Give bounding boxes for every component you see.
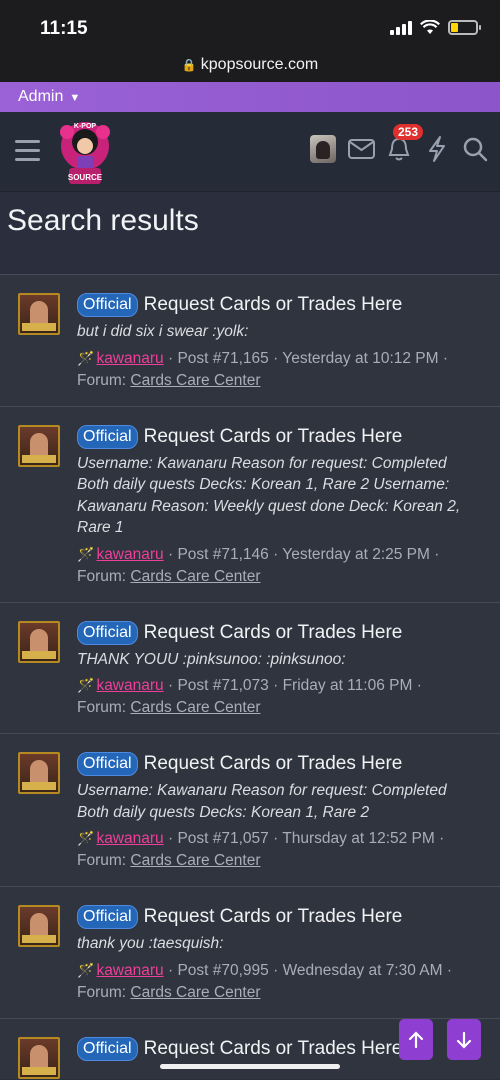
scroll-buttons bbox=[399, 1019, 481, 1060]
lightning-icon[interactable] bbox=[422, 134, 452, 164]
arrow-down-icon bbox=[456, 1031, 472, 1049]
post-date: Yesterday at 10:12 PM bbox=[282, 349, 439, 367]
avatar[interactable] bbox=[18, 424, 60, 467]
forum-label: Forum: bbox=[77, 567, 127, 585]
username-link[interactable]: kawanaru bbox=[96, 677, 163, 694]
status-icons bbox=[390, 20, 481, 35]
avatar[interactable] bbox=[18, 293, 60, 335]
logo-text-bottom: SOURCE bbox=[68, 173, 103, 182]
bell-icon[interactable]: 253 bbox=[384, 124, 424, 164]
post-number[interactable]: Post #71,165 bbox=[177, 350, 268, 367]
wand-icon: 🪄 bbox=[77, 677, 95, 693]
list-item[interactable]: Official Request Cards or Trades Here Us… bbox=[0, 733, 500, 886]
thread-title-link[interactable]: Request Cards or Trades Here bbox=[144, 426, 403, 448]
status-bar: 11:15 bbox=[0, 0, 500, 52]
home-indicator[interactable] bbox=[160, 1064, 340, 1069]
forum-link[interactable]: Cards Care Center bbox=[130, 852, 260, 869]
username-link[interactable]: kawanaru bbox=[96, 830, 163, 847]
page-title-area: Search results bbox=[0, 192, 500, 274]
post-meta: 🪄 kawanaru · Post #71,057 · Thursday at 1… bbox=[77, 830, 445, 869]
wand-icon: 🪄 bbox=[77, 545, 95, 562]
list-item[interactable]: Official Request Cards or Trades Here th… bbox=[0, 886, 500, 1018]
forum-label: Forum: bbox=[77, 852, 127, 869]
list-item[interactable]: Official Request Cards or Trades Here TH… bbox=[0, 601, 500, 734]
prefix-badge: Official bbox=[77, 905, 138, 929]
avatar[interactable] bbox=[18, 752, 60, 794]
thread-title-link[interactable]: Request Cards or Trades Here bbox=[144, 1038, 403, 1060]
forum-link[interactable]: Cards Care Center bbox=[130, 699, 260, 716]
arrow-up-icon bbox=[408, 1030, 424, 1048]
forum-link[interactable]: Cards Care Center bbox=[130, 568, 260, 585]
thread-title-link[interactable]: Request Cards or Trades Here bbox=[144, 753, 403, 775]
envelope-icon[interactable] bbox=[346, 134, 376, 164]
lock-icon: 🔒 bbox=[181, 58, 197, 72]
search-icon[interactable] bbox=[460, 134, 490, 164]
scroll-top-button[interactable] bbox=[399, 1019, 433, 1060]
username-link[interactable]: kawanaru bbox=[96, 546, 163, 563]
thread-title-link[interactable]: Request Cards or Trades Here bbox=[144, 906, 403, 928]
post-number[interactable]: Post #71,146 bbox=[177, 546, 268, 563]
forum-link[interactable]: Cards Care Center bbox=[130, 372, 260, 389]
wifi-icon bbox=[420, 20, 440, 34]
logo-text-top: K-POP bbox=[74, 123, 97, 130]
thread-title-link[interactable]: Request Cards or Trades Here bbox=[144, 294, 403, 316]
wand-icon: 🪄 bbox=[77, 961, 95, 978]
post-number[interactable]: Post #71,073 bbox=[177, 677, 268, 694]
prefix-badge: Official bbox=[77, 1036, 138, 1061]
post-date: Wednesday at 7:30 AM bbox=[282, 961, 443, 979]
signal-icon bbox=[390, 20, 412, 35]
post-snippet: Username: Kawanaru Reason for request: C… bbox=[77, 454, 461, 537]
post-number[interactable]: Post #71,057 bbox=[177, 830, 268, 847]
avatar[interactable] bbox=[18, 620, 60, 663]
username-link[interactable]: kawanaru bbox=[96, 350, 163, 367]
admin-label: Admin bbox=[18, 88, 64, 105]
status-time: 11:15 bbox=[40, 18, 88, 39]
post-meta: 🪄 kawanaru · Post #70,995 · Wednesday at … bbox=[77, 961, 453, 1001]
list-item[interactable]: Official Request Cards or Trades Here bu… bbox=[0, 274, 500, 406]
post-date: Thursday at 12:52 PM bbox=[282, 830, 435, 847]
site-header: K-POP SOURCE 253 bbox=[0, 112, 500, 192]
post-meta: 🪄 kawanaru · Post #71,165 · Yesterday at … bbox=[77, 349, 449, 389]
post-snippet: Username: Kawanaru Reason for request: C… bbox=[77, 782, 447, 821]
avatar bbox=[310, 135, 336, 163]
post-date: Yesterday at 2:25 PM bbox=[282, 545, 430, 563]
prefix-badge: Official bbox=[77, 620, 138, 645]
list-item[interactable]: Official Request Cards or Trades Here Us… bbox=[0, 405, 500, 602]
page-title: Search results bbox=[7, 204, 199, 237]
user-avatar-button[interactable] bbox=[308, 134, 338, 164]
wand-icon: 🪄 bbox=[77, 830, 95, 846]
avatar[interactable] bbox=[18, 905, 60, 947]
forum-label: Forum: bbox=[77, 371, 127, 389]
forum-label: Forum: bbox=[77, 699, 127, 716]
admin-bar[interactable]: Admin ▼ bbox=[0, 82, 500, 112]
prefix-badge: Official bbox=[77, 752, 138, 776]
battery-icon bbox=[448, 20, 481, 35]
header-icons: 253 bbox=[308, 124, 490, 164]
site-logo[interactable]: K-POP SOURCE bbox=[55, 116, 115, 188]
url-domain: kpopsource.com bbox=[200, 56, 319, 73]
post-snippet: but i did six i swear :yolk: bbox=[77, 323, 249, 340]
results-list: Official Request Cards or Trades Here bu… bbox=[0, 274, 500, 1079]
post-meta: 🪄 kawanaru · Post #71,146 · Yesterday at … bbox=[77, 545, 440, 585]
post-number[interactable]: Post #70,995 bbox=[177, 962, 268, 979]
alerts-badge: 253 bbox=[393, 124, 424, 140]
post-snippet: THANK YOUU :pinksunoo: :pinksunoo: bbox=[77, 650, 346, 668]
prefix-badge: Official bbox=[77, 424, 138, 449]
scroll-bottom-button[interactable] bbox=[447, 1019, 481, 1060]
post-snippet: thank you :taesquish: bbox=[77, 935, 224, 952]
forum-label: Forum: bbox=[77, 983, 127, 1001]
caret-down-icon: ▼ bbox=[69, 92, 81, 104]
prefix-badge: Official bbox=[77, 293, 138, 317]
thread-title-link[interactable]: Request Cards or Trades Here bbox=[144, 622, 403, 644]
avatar[interactable] bbox=[18, 1036, 60, 1079]
forum-link[interactable]: Cards Care Center bbox=[130, 984, 260, 1001]
wand-icon: 🪄 bbox=[77, 349, 95, 366]
username-link[interactable]: kawanaru bbox=[96, 962, 163, 979]
post-meta: 🪄 kawanaru · Post #71,073 · Friday at 11:… bbox=[77, 677, 422, 716]
url-bar[interactable]: 🔒 kpopsource.com bbox=[0, 52, 500, 82]
post-date: Friday at 11:06 PM bbox=[282, 677, 413, 694]
hamburger-icon[interactable] bbox=[15, 140, 40, 167]
